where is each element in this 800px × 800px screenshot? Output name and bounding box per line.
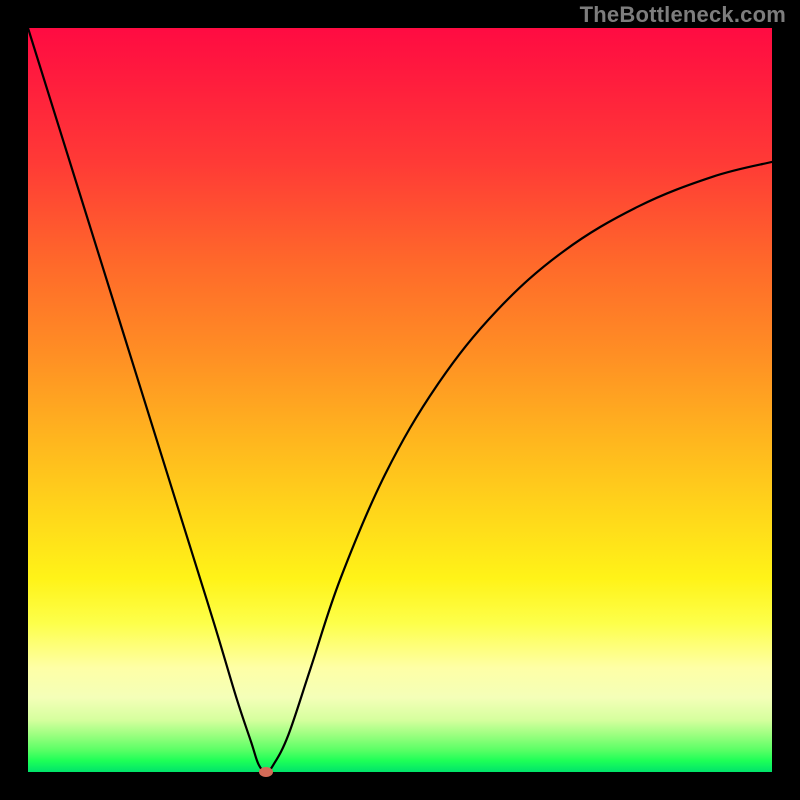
plot-area	[28, 28, 772, 772]
bottleneck-curve	[28, 28, 772, 772]
minimum-marker	[259, 767, 273, 777]
chart-frame: TheBottleneck.com	[0, 0, 800, 800]
watermark-text: TheBottleneck.com	[580, 2, 786, 28]
